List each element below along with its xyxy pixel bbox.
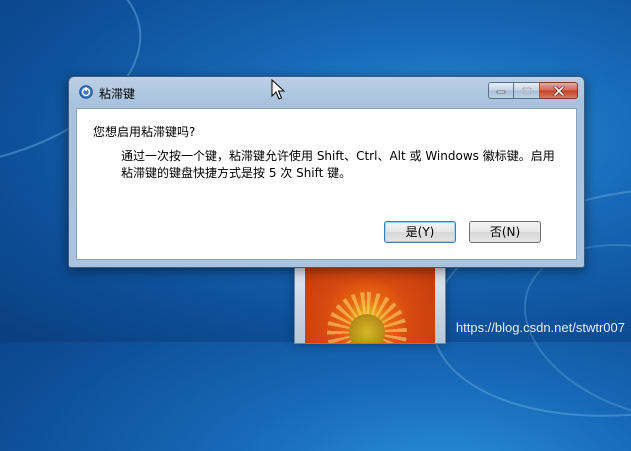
mouse-pointer-icon [271, 79, 285, 100]
maximize-button[interactable] [514, 82, 540, 99]
title-bar[interactable]: 粘滞键 [69, 77, 584, 107]
close-button[interactable] [540, 82, 578, 99]
dialog-description: 通过一次按一个键，粘滞键允许使用 Shift、Ctrl、Alt 或 Window… [121, 148, 561, 182]
sticky-keys-icon [79, 85, 93, 99]
description-line: 通过一次按一个键，粘滞键允许使用 Shift、Ctrl、Alt 或 Window… [121, 149, 555, 163]
caption-buttons [488, 82, 578, 100]
dialog-content: 您想启用粘滞键吗? 通过一次按一个键，粘滞键允许使用 Shift、Ctrl、Al… [76, 108, 577, 260]
description-line: 粘滞键的键盘快捷方式是按 5 次 Shift 键。 [121, 166, 352, 180]
minimize-icon [496, 90, 506, 93]
window-title: 粘滞键 [99, 87, 136, 101]
dialog-prompt: 您想启用粘滞键吗? [93, 125, 196, 139]
maximize-icon [521, 86, 532, 95]
yes-button[interactable]: 是(Y) [384, 221, 456, 243]
watermark-text: https://blog.csdn.net/stwtr007 [455, 320, 625, 335]
close-icon [553, 85, 564, 96]
user-account-picture [305, 264, 435, 343]
no-button[interactable]: 否(N) [469, 221, 541, 243]
minimize-button[interactable] [488, 82, 514, 99]
sticky-keys-dialog: 粘滞键 您想启用粘滞键吗? 通过一次按一个键，粘滞键允许使用 Shift、Ctr… [68, 76, 585, 268]
